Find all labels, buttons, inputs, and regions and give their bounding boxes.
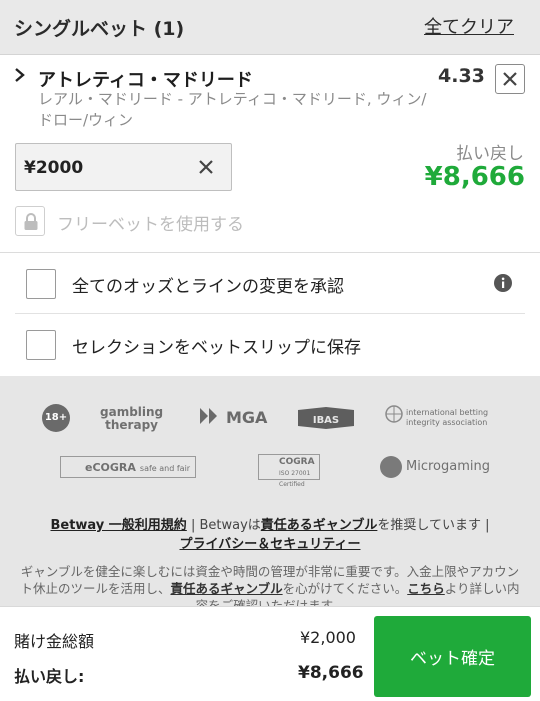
selection-odds: 4.33 <box>438 65 485 87</box>
accept-odds-option[interactable]: 全てのオッズとラインの変更を承認 <box>15 254 525 314</box>
freebet-label: フリーベットを使用する <box>57 215 244 235</box>
privacy-link[interactable]: プライバシー＆セキュリティー <box>180 537 361 552</box>
chevron-right-icon[interactable] <box>12 67 28 83</box>
save-selection-checkbox[interactable] <box>26 330 56 360</box>
mga-logo[interactable]: MGA <box>200 407 280 431</box>
microgaming-mark <box>380 456 402 478</box>
footer: 18+ gambling therapy MGA IBAS internatio… <box>0 376 540 606</box>
responsible-gambling-link-2[interactable]: 責任あるギャンブル <box>170 581 282 596</box>
lock-icon <box>24 213 38 230</box>
ibia-logo[interactable]: international betting integrity associat… <box>384 404 488 427</box>
close-icon <box>503 72 517 86</box>
total-stake-value: ¥2,000 <box>300 628 356 647</box>
info-icon[interactable] <box>493 273 513 297</box>
betslip-title: シングルベット (1) <box>14 18 185 40</box>
total-stake-label: 賭け金総額 <box>14 632 95 651</box>
svg-text:MGA: MGA <box>226 408 268 427</box>
ecogra-iso-logo[interactable]: COGRA ISO 27001 Certified <box>258 454 320 488</box>
responsible-gambling-link[interactable]: 責任あるギャンブル <box>261 518 378 533</box>
bet-summary-bar: 賭け金総額 ¥2,000 払い戻し: ¥8,666 ベット確定 <box>0 606 540 701</box>
svg-text:IBAS: IBAS <box>313 415 339 426</box>
ibas-logo[interactable]: IBAS <box>296 406 358 434</box>
stake-field[interactable] <box>15 143 232 191</box>
remove-selection-button[interactable] <box>495 64 525 94</box>
accept-odds-label: 全てのオッズとラインの変更を承認 <box>72 277 344 297</box>
accept-odds-checkbox[interactable] <box>26 269 56 299</box>
clear-all-link[interactable]: 全てクリア <box>424 13 514 39</box>
freebet-checkbox[interactable] <box>15 206 45 236</box>
save-selection-label: セレクションをベットスリップに保存 <box>72 338 361 358</box>
payout-label: 払い戻し <box>456 144 524 164</box>
terms-link[interactable]: Betway 一般利用規約 <box>50 518 186 533</box>
save-selection-option[interactable]: セレクションをベットスリップに保存 <box>15 315 525 375</box>
ecogra-logo[interactable]: eCOGRA safe and fair <box>60 456 196 478</box>
bet-selection: アトレティコ・マドリード 4.33 レアル・マドリード - アトレティコ・マドリ… <box>0 55 540 253</box>
market-description: レアル・マドリード - アトレティコ・マドリード, ウィン/ドロー/ウィン <box>38 90 427 129</box>
more-info-link[interactable]: こちら <box>407 581 445 596</box>
responsible-gambling-text: ギャンブルを健全に楽しむには資金や時間の管理が非常に重要です。入金上限やアカウン… <box>20 564 520 606</box>
betslip-header: シングルベット (1) 全てクリア <box>0 0 540 55</box>
total-return-label: 払い戻し: <box>14 667 85 686</box>
footer-links: Betway 一般利用規約 | Betwayは責任あるギャンブルを推奨しています… <box>50 518 490 552</box>
stake-input[interactable] <box>24 156 184 180</box>
place-bet-button[interactable]: ベット確定 <box>374 616 531 697</box>
clear-icon[interactable] <box>199 159 213 178</box>
age-18-logo: 18+ <box>42 404 70 432</box>
payout-value: ¥8,666 <box>424 162 525 192</box>
total-return-value: ¥8,666 <box>298 663 364 683</box>
gambling-therapy-logo[interactable]: gambling therapy <box>100 406 163 432</box>
